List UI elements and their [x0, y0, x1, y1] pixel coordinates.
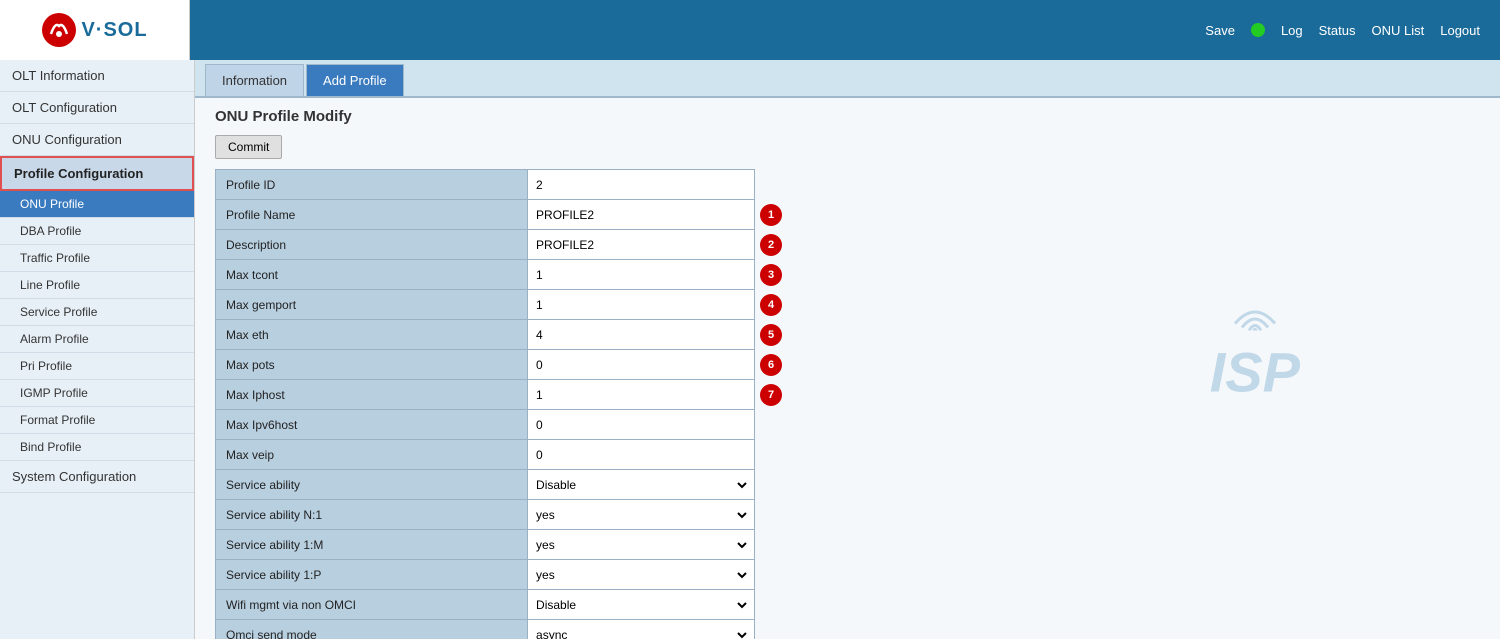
input-6[interactable] — [532, 356, 750, 374]
logo-icon — [41, 12, 77, 48]
sidebar: OLT InformationOLT ConfigurationONU Conf… — [0, 60, 195, 639]
select-15[interactable]: asyncsync — [532, 627, 750, 639]
sidebar-item-system-config[interactable]: System Configuration — [0, 461, 194, 493]
sidebar-item-service-profile[interactable]: Service Profile — [0, 299, 194, 326]
field-value-5[interactable]: 5 — [528, 320, 755, 350]
sidebar-item-olt-config[interactable]: OLT Configuration — [0, 92, 194, 124]
isp-watermark: ISP — [1210, 295, 1300, 404]
log-button[interactable]: Log — [1281, 23, 1303, 38]
field-label-9: Max veip — [216, 440, 528, 470]
form-table: Profile IDProfile Name1Description2Max t… — [215, 169, 755, 639]
field-value-10[interactable]: DisableEnable — [528, 470, 755, 500]
field-label-5: Max eth — [216, 320, 528, 350]
content-area: InformationAdd Profile ONU Profile Modif… — [195, 60, 1500, 639]
input-3[interactable] — [532, 266, 750, 284]
field-label-13: Service ability 1:P — [216, 560, 528, 590]
field-label-3: Max tcont — [216, 260, 528, 290]
field-value-14[interactable]: DisableEnable — [528, 590, 755, 620]
sidebar-item-onu-config[interactable]: ONU Configuration — [0, 124, 194, 156]
field-value-1[interactable]: 1 — [528, 200, 755, 230]
commit-button[interactable]: Commit — [215, 135, 282, 159]
field-label-12: Service ability 1:M — [216, 530, 528, 560]
sidebar-item-pri-profile[interactable]: Pri Profile — [0, 353, 194, 380]
badge-7: 7 — [760, 384, 782, 406]
field-label-14: Wifi mgmt via non OMCI — [216, 590, 528, 620]
input-8[interactable] — [532, 416, 750, 434]
select-11[interactable]: yesno — [532, 507, 750, 523]
page-title: ONU Profile Modify — [215, 108, 1480, 125]
field-value-3[interactable]: 3 — [528, 260, 755, 290]
field-label-8: Max Ipv6host — [216, 410, 528, 440]
field-value-12[interactable]: yesno — [528, 530, 755, 560]
logo-text: V·SOL — [81, 19, 147, 42]
field-value-0[interactable] — [528, 170, 755, 200]
save-button[interactable]: Save — [1205, 23, 1235, 38]
badge-1: 1 — [760, 204, 782, 226]
field-value-2[interactable]: 2 — [528, 230, 755, 260]
tab-information[interactable]: Information — [205, 64, 304, 96]
tab-add-profile[interactable]: Add Profile — [306, 64, 404, 96]
badge-6: 6 — [760, 354, 782, 376]
select-12[interactable]: yesno — [532, 537, 750, 553]
field-value-15[interactable]: asyncsync — [528, 620, 755, 639]
input-2[interactable] — [532, 236, 750, 254]
field-label-7: Max Iphost — [216, 380, 528, 410]
field-label-11: Service ability N:1 — [216, 500, 528, 530]
field-value-9[interactable] — [528, 440, 755, 470]
badge-3: 3 — [760, 264, 782, 286]
onu-list-button[interactable]: ONU List — [1372, 23, 1425, 38]
logout-button[interactable]: Logout — [1440, 23, 1480, 38]
field-value-11[interactable]: yesno — [528, 500, 755, 530]
input-1[interactable] — [532, 206, 750, 224]
field-value-8[interactable] — [528, 410, 755, 440]
field-label-1: Profile Name — [216, 200, 528, 230]
status-button[interactable]: Status — [1319, 23, 1356, 38]
select-10[interactable]: DisableEnable — [532, 477, 750, 493]
input-7[interactable] — [532, 386, 750, 404]
field-label-2: Description — [216, 230, 528, 260]
logo-area: V·SOL — [0, 0, 190, 60]
sidebar-item-profile-config[interactable]: Profile Configuration — [0, 156, 194, 191]
sidebar-item-olt-info[interactable]: OLT Information — [0, 60, 194, 92]
sidebar-item-igmp-profile[interactable]: IGMP Profile — [0, 380, 194, 407]
field-value-13[interactable]: yesno — [528, 560, 755, 590]
sidebar-item-traffic-profile[interactable]: Traffic Profile — [0, 245, 194, 272]
field-label-4: Max gemport — [216, 290, 528, 320]
input-0[interactable] — [532, 176, 750, 194]
sidebar-item-alarm-profile[interactable]: Alarm Profile — [0, 326, 194, 353]
badge-2: 2 — [760, 234, 782, 256]
badge-5: 5 — [760, 324, 782, 346]
select-13[interactable]: yesno — [532, 567, 750, 583]
field-label-0: Profile ID — [216, 170, 528, 200]
field-value-7[interactable]: 7 — [528, 380, 755, 410]
sidebar-item-line-profile[interactable]: Line Profile — [0, 272, 194, 299]
input-4[interactable] — [532, 296, 750, 314]
badge-4: 4 — [760, 294, 782, 316]
select-14[interactable]: DisableEnable — [532, 597, 750, 613]
top-header: Save Log Status ONU List Logout — [190, 0, 1500, 60]
sidebar-item-dba-profile[interactable]: DBA Profile — [0, 218, 194, 245]
input-5[interactable] — [532, 326, 750, 344]
sidebar-item-format-profile[interactable]: Format Profile — [0, 407, 194, 434]
tab-bar: InformationAdd Profile — [195, 60, 1500, 98]
sidebar-item-bind-profile[interactable]: Bind Profile — [0, 434, 194, 461]
sidebar-item-onu-profile[interactable]: ONU Profile — [0, 191, 194, 218]
field-label-10: Service ability — [216, 470, 528, 500]
input-9[interactable] — [532, 446, 750, 464]
field-value-4[interactable]: 4 — [528, 290, 755, 320]
field-label-15: Omci send mode — [216, 620, 528, 639]
field-value-6[interactable]: 6 — [528, 350, 755, 380]
field-label-6: Max pots — [216, 350, 528, 380]
status-indicator — [1251, 23, 1265, 37]
